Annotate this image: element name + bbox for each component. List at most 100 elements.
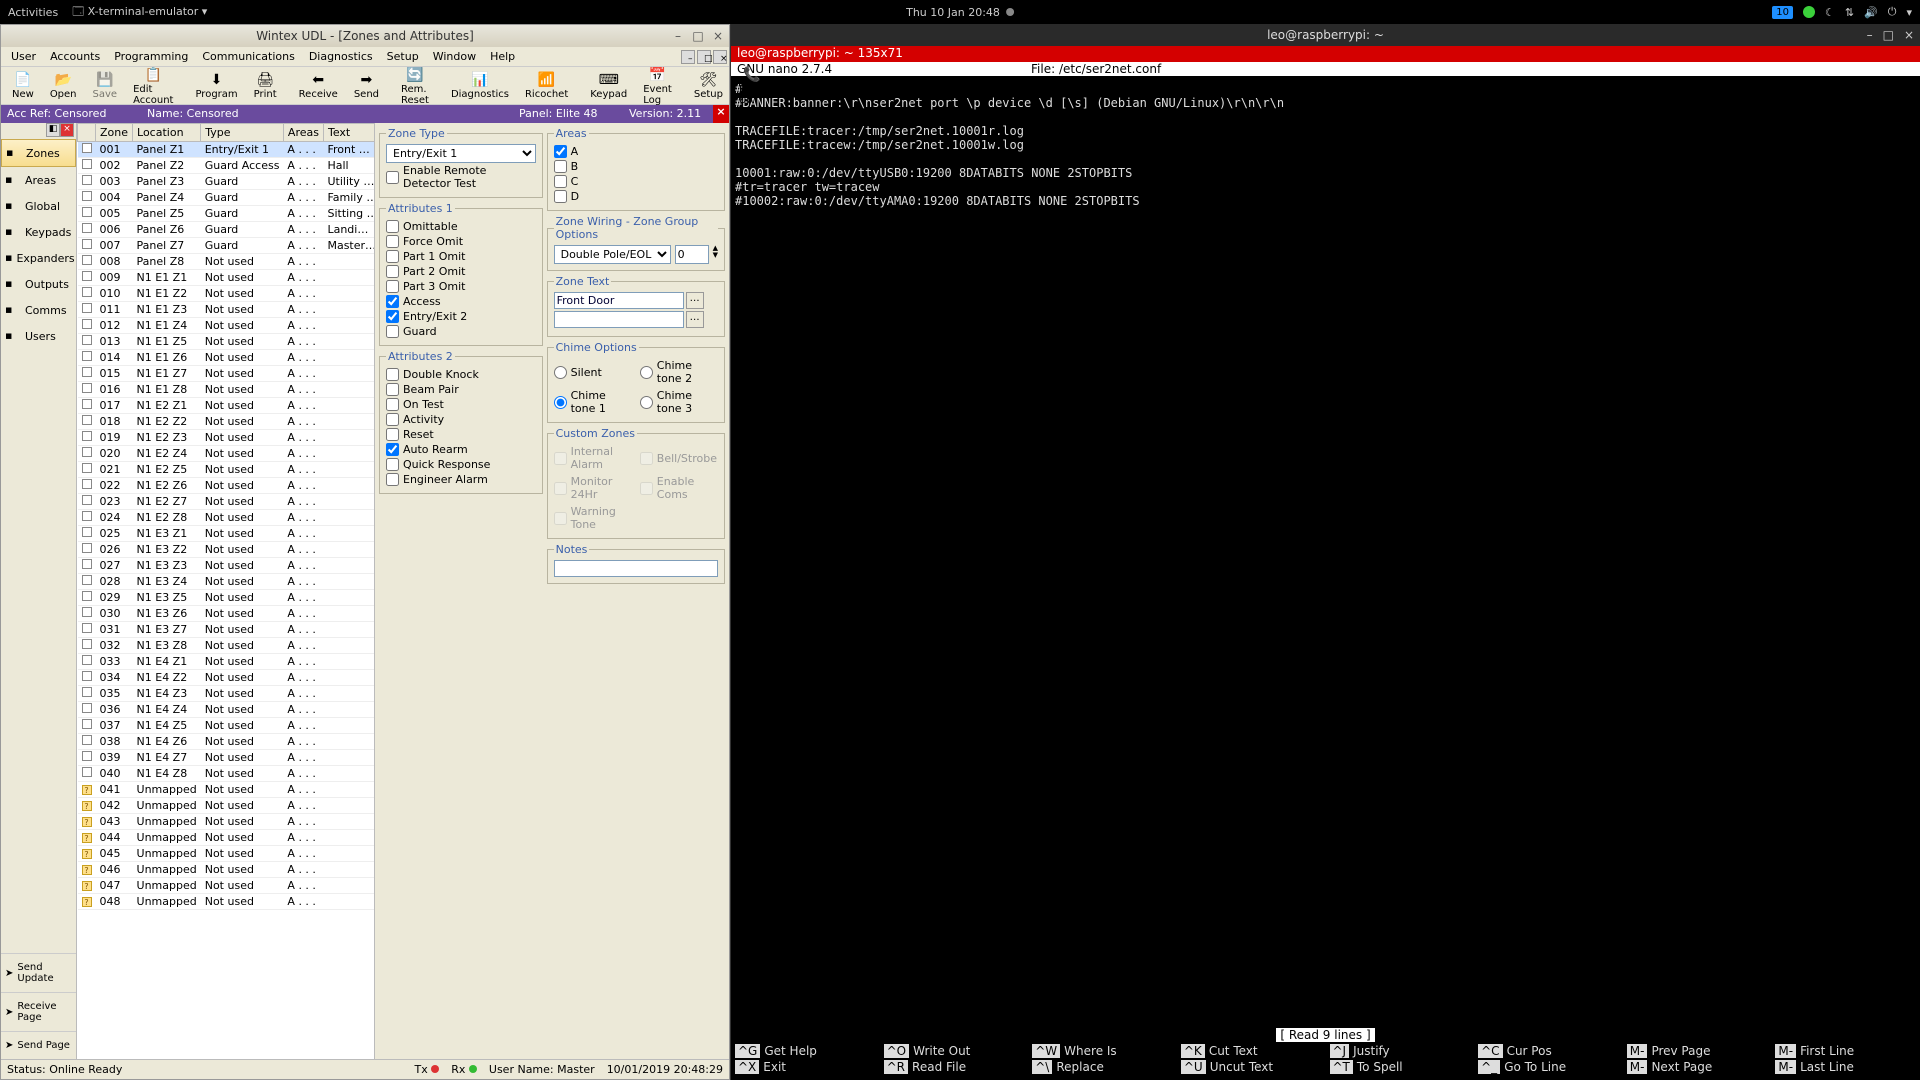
wiring-select[interactable]: Double Pole/EOL	[554, 245, 671, 264]
chime-tone2[interactable]: Chime tone 2	[640, 358, 718, 386]
table-row[interactable]: 011N1 E1 Z3Not usedA . . .Doub…	[78, 302, 376, 318]
nav-mini-2[interactable]: ×	[60, 123, 74, 137]
table-row[interactable]: 040N1 E4 Z8Not usedA . . .Doub…	[78, 766, 376, 782]
menu-user[interactable]: User	[5, 48, 42, 65]
table-row[interactable]: 037N1 E4 Z5Not usedA . . .Doub…	[78, 718, 376, 734]
chk-access[interactable]: Access	[386, 294, 536, 309]
table-row[interactable]: 019N1 E2 Z3Not usedA . . .Doub…	[78, 430, 376, 446]
col-Zone[interactable]: Zone	[96, 124, 133, 142]
menu-communications[interactable]: Communications	[196, 48, 300, 65]
action-send-update[interactable]: ➤Send Update	[1, 953, 76, 992]
zonetext1-btn[interactable]: …	[686, 292, 704, 309]
table-row[interactable]: ?048UnmappedNot usedA . . .Doub…	[78, 894, 376, 910]
chk-quick-response[interactable]: Quick Response	[386, 457, 536, 472]
menu-setup[interactable]: Setup	[381, 48, 425, 65]
toolbar-print[interactable]: 🖨Print	[247, 68, 284, 103]
table-row[interactable]: ?041UnmappedNot usedA . . .Doub…	[78, 782, 376, 798]
table-row[interactable]: 013N1 E1 Z5Not usedA . . .Doub…	[78, 334, 376, 350]
maximize-icon[interactable]: □	[691, 29, 705, 43]
nav-outputs[interactable]: ▪Outputs	[1, 271, 76, 297]
table-row[interactable]: 002Panel Z2Guard AccessA . . .HallDoub…	[78, 158, 376, 174]
clock-label[interactable]: Thu 10 Jan 20:48	[906, 6, 1000, 19]
table-row[interactable]: 017N1 E2 Z1Not usedA . . .Doub…	[78, 398, 376, 414]
zonetext2-input[interactable]	[554, 311, 684, 328]
term-max-icon[interactable]: □	[1883, 28, 1894, 42]
table-row[interactable]: 026N1 E3 Z2Not usedA . . .Doub…	[78, 542, 376, 558]
term-min-icon[interactable]: –	[1867, 28, 1873, 42]
table-row[interactable]: 027N1 E3 Z3Not usedA . . .Doub…	[78, 558, 376, 574]
menu-window[interactable]: Window	[427, 48, 482, 65]
table-row[interactable]: 008Panel Z8Not usedA . . .Doub…	[78, 254, 376, 270]
chk-entry-exit-2[interactable]: Entry/Exit 2	[386, 309, 536, 324]
action-send-page[interactable]: ➤Send Page	[1, 1031, 76, 1059]
dropdown-icon[interactable]: ▾	[1906, 6, 1912, 19]
table-row[interactable]: 005Panel Z5GuardA . . .Sitting …Doub…	[78, 206, 376, 222]
toolbar-send[interactable]: ➡Send	[347, 68, 386, 103]
chk-activity[interactable]: Activity	[386, 412, 536, 427]
table-row[interactable]: 038N1 E4 Z6Not usedA . . .Doub…	[78, 734, 376, 750]
table-row[interactable]: ?043UnmappedNot usedA . . .Doub…	[78, 814, 376, 830]
chk-force-omit[interactable]: Force Omit	[386, 234, 536, 249]
chk-part-1-omit[interactable]: Part 1 Omit	[386, 249, 536, 264]
col-Text[interactable]: Text	[323, 124, 375, 142]
table-row[interactable]: 033N1 E4 Z1Not usedA . . .Doub…	[78, 654, 376, 670]
table-row[interactable]: ?042UnmappedNot usedA . . .Doub…	[78, 798, 376, 814]
table-row[interactable]: 014N1 E1 Z6Not usedA . . .Doub…	[78, 350, 376, 366]
wintex-titlebar[interactable]: Wintex UDL - [Zones and Attributes] – □ …	[1, 25, 729, 47]
table-row[interactable]: ?046UnmappedNot usedA . . .Doub…	[78, 862, 376, 878]
table-row[interactable]: 004Panel Z4GuardA . . .Family …Doub…	[78, 190, 376, 206]
chime-tone1[interactable]: Chime tone 1	[554, 388, 632, 416]
zone-type-select[interactable]: Entry/Exit 1	[386, 144, 536, 163]
table-row[interactable]: 009N1 E1 Z1Not usedA . . .Doub…	[78, 270, 376, 286]
table-row[interactable]: 012N1 E1 Z4Not usedA . . .Doub…	[78, 318, 376, 334]
table-row[interactable]: 001Panel Z1Entry/Exit 1A . . .Front …Dou…	[78, 142, 376, 158]
toolbar-ricochet[interactable]: 📶Ricochet	[518, 68, 575, 103]
night-icon[interactable]: ☾	[1825, 6, 1835, 19]
menu-diagnostics[interactable]: Diagnostics	[303, 48, 379, 65]
table-row[interactable]: 031N1 E3 Z7Not usedA . . .Doub…	[78, 622, 376, 638]
chime-silent[interactable]: Silent	[554, 358, 632, 386]
table-row[interactable]: 032N1 E3 Z8Not usedA . . .Doub…	[78, 638, 376, 654]
table-row[interactable]: 018N1 E2 Z2Not usedA . . .Doub…	[78, 414, 376, 430]
nav-areas[interactable]: ▪Areas	[1, 167, 76, 193]
toolbar-hang-up[interactable]: 📞Hang Up	[732, 63, 772, 109]
table-row[interactable]: 039N1 E4 Z7Not usedA . . .Doub…	[78, 750, 376, 766]
nav-global[interactable]: ▪Global	[1, 193, 76, 219]
chk-guard[interactable]: Guard	[386, 324, 536, 339]
toolbar-rem-reset[interactable]: 🔄Rem. Reset	[394, 63, 436, 109]
chk-d[interactable]: D	[554, 189, 718, 204]
table-row[interactable]: ?044UnmappedNot usedA . . .Doub…	[78, 830, 376, 846]
volume-icon[interactable]: 🔊	[1864, 6, 1878, 19]
close-icon[interactable]: ×	[711, 29, 725, 43]
chk-part-2-omit[interactable]: Part 2 Omit	[386, 264, 536, 279]
chk-part-3-omit[interactable]: Part 3 Omit	[386, 279, 536, 294]
chime-tone3[interactable]: Chime tone 3	[640, 388, 718, 416]
table-row[interactable]: 028N1 E3 Z4Not usedA . . .Doub…	[78, 574, 376, 590]
table-row[interactable]: 024N1 E2 Z8Not usedA . . .Doub…	[78, 510, 376, 526]
table-row[interactable]: 029N1 E3 Z5Not usedA . . .Doub…	[78, 590, 376, 606]
chk-double-knock[interactable]: Double Knock	[386, 367, 536, 382]
toolbar-save[interactable]: 💾Save	[86, 68, 125, 103]
chk-c[interactable]: C	[554, 174, 718, 189]
activities-button[interactable]: Activities	[8, 6, 58, 19]
nav-keypads[interactable]: ▪Keypads	[1, 219, 76, 245]
chk-omittable[interactable]: Omittable	[386, 219, 536, 234]
mdi-min-icon[interactable]: –	[681, 50, 695, 64]
minimize-icon[interactable]: –	[671, 29, 685, 43]
table-row[interactable]: 036N1 E4 Z4Not usedA . . .Doub…	[78, 702, 376, 718]
table-row[interactable]: 030N1 E3 Z6Not usedA . . .Doub…	[78, 606, 376, 622]
table-row[interactable]: 006Panel Z6GuardA . . .Landi…Doub…	[78, 222, 376, 238]
toolbar-edit-account[interactable]: 📋Edit Account	[126, 63, 180, 109]
mdi-close-icon[interactable]: ×	[713, 50, 727, 64]
chk-engineer-alarm[interactable]: Engineer Alarm	[386, 472, 536, 487]
spin-down-icon[interactable]: ▼	[713, 252, 718, 259]
zonetext2-btn[interactable]: …	[686, 311, 704, 328]
table-row[interactable]: 007Panel Z7GuardA . . .Master…Doub…	[78, 238, 376, 254]
chk-reset[interactable]: Reset	[386, 427, 536, 442]
mdi-max-icon[interactable]: □	[697, 50, 711, 64]
zone-table[interactable]: ZoneLocationTypeAreasTextWir...001Panel …	[77, 123, 375, 1059]
table-row[interactable]: 020N1 E2 Z4Not usedA . . .Doub…	[78, 446, 376, 462]
table-row[interactable]: 015N1 E1 Z7Not usedA . . .Doub…	[78, 366, 376, 382]
chk-beam-pair[interactable]: Beam Pair	[386, 382, 536, 397]
chk-auto-rearm[interactable]: Auto Rearm	[386, 442, 536, 457]
